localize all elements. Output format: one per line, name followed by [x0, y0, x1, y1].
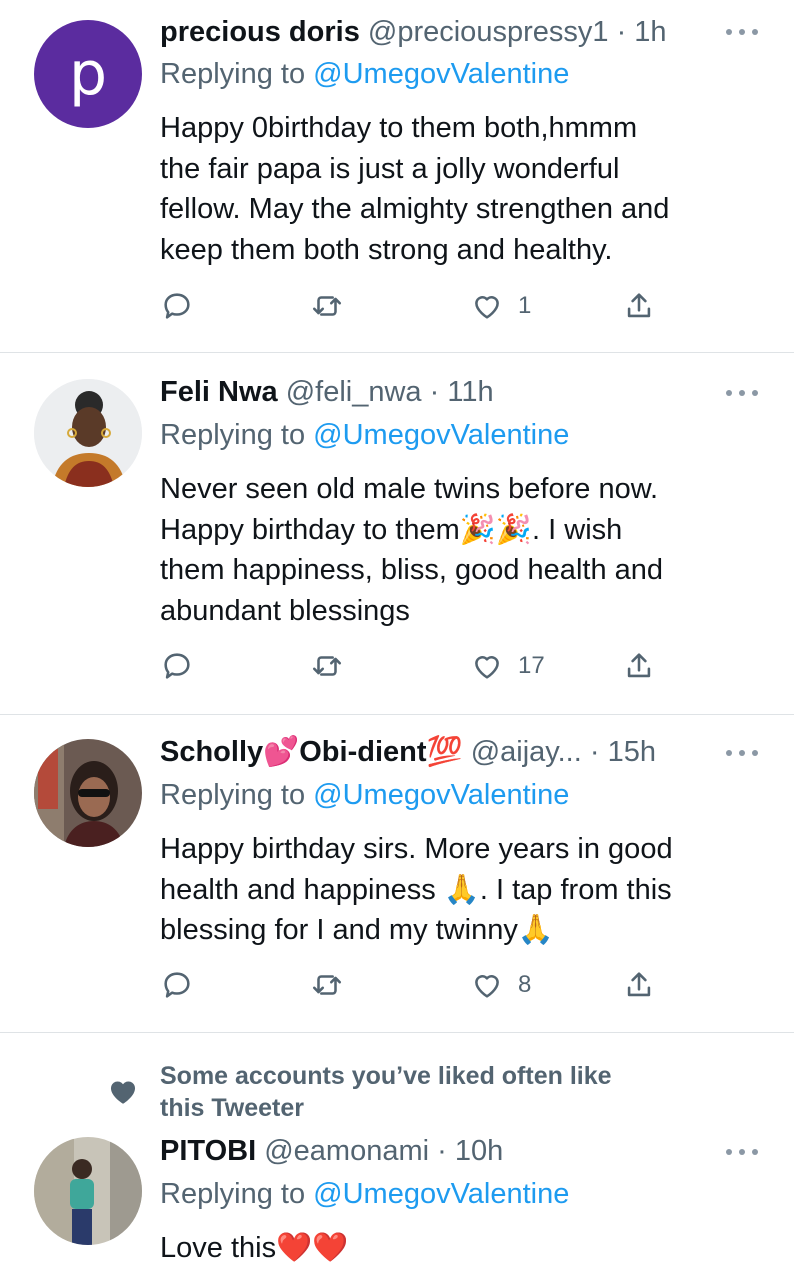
more-icon[interactable] — [726, 387, 758, 399]
reply-button[interactable] — [160, 646, 194, 686]
share-icon — [627, 653, 651, 678]
mention-link[interactable]: @UmegovValentine — [313, 779, 569, 811]
reply-icon — [164, 293, 190, 319]
tweet-text-line: them happiness, bliss, good health and — [160, 554, 664, 586]
heart-icon — [475, 296, 499, 319]
mention-link[interactable]: @UmegovValentine — [313, 419, 569, 451]
display-name[interactable]: Scholly💕Obi-dient💯 — [160, 736, 463, 768]
avatar[interactable] — [34, 739, 142, 847]
user-handle[interactable]: @feli_nwa — [286, 376, 422, 408]
display-name[interactable]: PITOBI — [160, 1135, 256, 1167]
separator-dot: · — [437, 1135, 447, 1167]
more-icon[interactable] — [726, 1146, 758, 1158]
tweet-actions: 17 — [160, 646, 680, 686]
like-count: 1 — [518, 292, 532, 319]
tweet-text-line: Happy birthday to them🎉🎉. I wish — [160, 513, 623, 546]
mention-link[interactable]: @UmegovValentine — [313, 1178, 569, 1210]
tweet-text: Happy 0birthday to them both,hmmm the fa… — [160, 108, 760, 270]
replying-to: Replying to @UmegovValentine — [160, 417, 569, 453]
social-context-line: this Tweeter — [160, 1094, 305, 1122]
retweet-button[interactable] — [310, 646, 344, 686]
tweet-text: Happy birthday sirs. More years in good … — [160, 829, 760, 951]
tweet-text-line: fellow. May the almighty strengthen and — [160, 193, 670, 225]
timestamp[interactable]: 15h — [608, 736, 656, 768]
avatar[interactable] — [34, 379, 142, 487]
heart-icon — [475, 656, 499, 679]
tweet[interactable]: Some accounts you’ve liked often like th… — [0, 1033, 794, 1280]
tweet-text-line: keep them both strong and healthy. — [160, 233, 613, 266]
tweet-header: Scholly💕Obi-dient💯 @aijay... · 15h — [160, 734, 734, 770]
tweet[interactable]: p precious doris @preciouspressy1 · 1h R… — [0, 0, 794, 352]
reply-icon — [164, 972, 190, 998]
display-name[interactable]: Feli Nwa — [160, 376, 278, 408]
mention-link[interactable]: @UmegovValentine — [313, 58, 569, 90]
replying-to-prefix: Replying to — [160, 1178, 306, 1210]
tweet-text-line: health and happiness 🙏. I tap from this — [160, 873, 672, 906]
tweet[interactable]: Feli Nwa @feli_nwa · 11h Replying to @Um… — [0, 353, 794, 714]
retweet-icon — [312, 656, 342, 676]
tweet-text-line: Love this❤️❤️ — [160, 1232, 349, 1264]
retweet-icon — [312, 975, 342, 995]
replying-to-prefix: Replying to — [160, 779, 306, 811]
share-icon — [627, 293, 651, 318]
like-button[interactable]: 8 — [470, 965, 531, 1005]
timestamp[interactable]: 10h — [455, 1135, 503, 1167]
tweet-header: Feli Nwa @feli_nwa · 11h — [160, 374, 734, 410]
reply-icon — [164, 653, 190, 679]
like-button[interactable]: 1 — [470, 286, 531, 326]
more-icon[interactable] — [726, 747, 758, 759]
retweet-button[interactable] — [310, 965, 344, 1005]
replying-to: Replying to @UmegovValentine — [160, 777, 569, 813]
like-count: 8 — [518, 971, 532, 998]
user-handle[interactable]: @aijay... — [471, 736, 582, 768]
tweet-text: Love this❤️❤️ — [160, 1228, 760, 1269]
display-name[interactable]: precious doris — [160, 16, 360, 48]
like-count: 17 — [518, 652, 545, 679]
tweet-header: precious doris @preciouspressy1 · 1h — [160, 14, 734, 50]
tweet[interactable]: Scholly💕Obi-dient💯 @aijay... · 15h Reply… — [0, 715, 794, 1032]
avatar[interactable]: p — [34, 20, 142, 128]
heart-icon — [110, 1081, 136, 1104]
retweet-icon — [312, 296, 342, 316]
avatar-photo — [34, 379, 142, 487]
tweet-actions: 1 — [160, 286, 680, 326]
avatar[interactable] — [34, 1137, 142, 1245]
timestamp[interactable]: 1h — [634, 16, 666, 48]
tweet-text-line: Happy 0birthday to them both,hmmm — [160, 112, 638, 144]
more-icon[interactable] — [726, 26, 758, 38]
replying-to-prefix: Replying to — [160, 58, 306, 90]
avatar-photo — [34, 1137, 142, 1245]
replying-to-prefix: Replying to — [160, 419, 306, 451]
share-button[interactable] — [622, 286, 656, 326]
tweet-text-line: Never seen old male twins before now. — [160, 473, 659, 505]
share-button[interactable] — [622, 646, 656, 686]
avatar-photo — [34, 739, 142, 847]
retweet-button[interactable] — [310, 286, 344, 326]
timestamp[interactable]: 11h — [447, 376, 493, 408]
tweet-actions: 8 — [160, 965, 680, 1005]
replying-to: Replying to @UmegovValentine — [160, 1176, 569, 1212]
user-handle[interactable]: @eamonami — [264, 1135, 429, 1167]
share-button[interactable] — [622, 965, 656, 1005]
reply-button[interactable] — [160, 965, 194, 1005]
like-button[interactable]: 17 — [470, 646, 545, 686]
replying-to: Replying to @UmegovValentine — [160, 56, 569, 92]
reply-button[interactable] — [160, 286, 194, 326]
heart-icon — [475, 975, 499, 998]
tweet-text-line: abundant blessings — [160, 594, 410, 627]
tweet-text-line: blessing for I and my twinny🙏 — [160, 914, 554, 946]
separator-dot: · — [589, 736, 600, 768]
tweet-header: PITOBI @eamonami · 10h — [160, 1133, 734, 1169]
user-handle[interactable]: @preciouspressy1 — [368, 16, 609, 48]
tweet-text: Never seen old male twins before now. Ha… — [160, 469, 760, 631]
social-context-line: Some accounts you’ve liked often like — [160, 1062, 612, 1090]
separator-dot: · — [616, 16, 627, 48]
tweet-text-line: Happy birthday sirs. More years in good — [160, 833, 673, 865]
tweet-text-line: the fair papa is just a jolly wonderful — [160, 152, 620, 185]
separator-dot: · — [429, 376, 440, 408]
share-icon — [627, 972, 651, 997]
social-context: Some accounts you’ve liked often like th… — [160, 1060, 720, 1124]
